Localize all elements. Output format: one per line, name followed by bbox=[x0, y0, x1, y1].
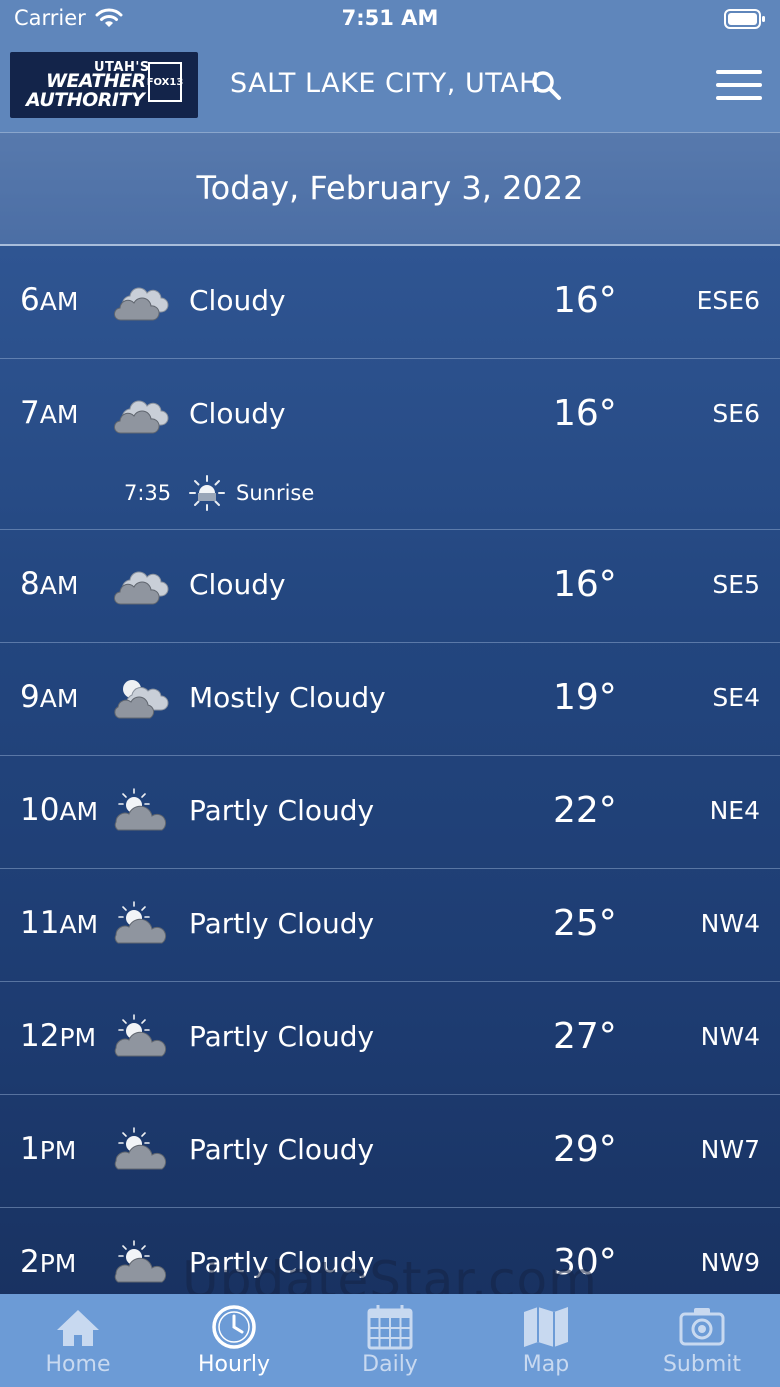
temperature-value: 19° bbox=[553, 677, 617, 718]
tab-label: Home bbox=[45, 1352, 111, 1377]
location-title[interactable]: SALT LAKE CITY, UTAH bbox=[230, 68, 540, 99]
app-header: UTAH'S WEATHER AUTHORITY FOX13 SALT LAKE… bbox=[0, 40, 780, 133]
logo-line-3: AUTHORITY bbox=[26, 89, 145, 111]
condition-label: Partly Cloudy bbox=[189, 794, 375, 827]
tab-label: Hourly bbox=[197, 1352, 271, 1377]
calendar-icon bbox=[365, 1304, 415, 1350]
hour-label: 11AM bbox=[20, 905, 99, 941]
wind-value: ESE6 bbox=[696, 286, 760, 315]
tab-daily[interactable]: Daily bbox=[312, 1294, 468, 1387]
hour-label: 10AM bbox=[20, 792, 99, 828]
condition-label: Partly Cloudy bbox=[189, 1133, 375, 1166]
temperature-value: 27° bbox=[553, 1016, 617, 1057]
wind-value: NW7 bbox=[700, 1135, 760, 1164]
hour-row[interactable]: 7AM Cloudy 16° SE6 7:35 Sunrise bbox=[0, 359, 780, 530]
temperature-value: 25° bbox=[553, 903, 617, 944]
condition-label: Partly Cloudy bbox=[189, 1020, 375, 1053]
station-logo[interactable]: UTAH'S WEATHER AUTHORITY FOX13 bbox=[10, 52, 198, 118]
logo-badge: FOX13 bbox=[147, 62, 183, 102]
condition-label: Partly Cloudy bbox=[189, 907, 375, 940]
hour-row[interactable]: 6AM Cloudy 16° ESE6 bbox=[0, 246, 780, 359]
hamburger-menu-icon[interactable] bbox=[716, 70, 762, 100]
hour-row[interactable]: 12PM Partly Cloudy 27° NW4 bbox=[0, 982, 780, 1095]
battery-icon bbox=[724, 8, 766, 34]
wind-value: SE5 bbox=[712, 570, 760, 599]
tab-submit[interactable]: Submit bbox=[624, 1294, 780, 1387]
camera-icon bbox=[677, 1304, 727, 1350]
clock-icon bbox=[209, 1304, 259, 1350]
wind-value: SE6 bbox=[712, 399, 760, 428]
tab-label: Daily bbox=[362, 1352, 418, 1377]
temperature-value: 22° bbox=[553, 790, 617, 831]
partly-cloudy-icon bbox=[112, 901, 170, 945]
temperature-value: 16° bbox=[553, 564, 617, 605]
search-icon[interactable] bbox=[530, 69, 562, 105]
hour-label: 12PM bbox=[20, 1018, 97, 1054]
clock-time: 7:51 AM bbox=[341, 6, 439, 30]
hour-row[interactable]: 10AM Partly Cloudy 22° NE4 bbox=[0, 756, 780, 869]
wind-value: NW4 bbox=[700, 1022, 760, 1051]
hour-label: 1PM bbox=[20, 1131, 77, 1167]
cloudy-icon bbox=[112, 391, 170, 435]
hour-row[interactable]: 11AM Partly Cloudy 25° NW4 bbox=[0, 869, 780, 982]
sunrise-time: 7:35 bbox=[124, 481, 172, 505]
hour-row[interactable]: 8AM Cloudy 16° SE5 bbox=[0, 530, 780, 643]
tab-label: Submit bbox=[662, 1352, 742, 1377]
condition-label: Cloudy bbox=[189, 568, 286, 601]
hourly-list[interactable]: 6AM Cloudy 16° ESE6 7AM Cloudy 16° SE6 7… bbox=[0, 246, 780, 1321]
tab-map[interactable]: Map bbox=[468, 1294, 624, 1387]
mostly-cloudy-icon bbox=[112, 675, 170, 719]
wind-value: NE4 bbox=[709, 796, 760, 825]
tab-hourly[interactable]: Hourly bbox=[156, 1294, 312, 1387]
partly-cloudy-icon bbox=[112, 1014, 170, 1058]
hour-label: 7AM bbox=[20, 395, 79, 431]
temperature-value: 16° bbox=[553, 393, 617, 434]
date-label: Today, February 3, 2022 bbox=[196, 169, 584, 207]
home-icon bbox=[53, 1304, 103, 1350]
partly-cloudy-icon bbox=[112, 1127, 170, 1171]
hour-row[interactable]: 9AM Mostly Cloudy 19° SE4 bbox=[0, 643, 780, 756]
wind-value: SE4 bbox=[712, 683, 760, 712]
date-banner: Today, February 3, 2022 bbox=[0, 133, 780, 246]
tab-home[interactable]: Home bbox=[0, 1294, 156, 1387]
temperature-value: 16° bbox=[553, 280, 617, 321]
hour-row[interactable]: 1PM Partly Cloudy 29° NW7 bbox=[0, 1095, 780, 1208]
condition-label: Mostly Cloudy bbox=[189, 681, 386, 714]
hour-label: 6AM bbox=[20, 282, 79, 318]
wind-value: NW4 bbox=[700, 909, 760, 938]
condition-label: Cloudy bbox=[189, 397, 286, 430]
cloudy-icon bbox=[112, 278, 170, 322]
tab-label: Map bbox=[522, 1352, 570, 1377]
sunrise-label: Sunrise bbox=[236, 481, 315, 505]
hour-label: 8AM bbox=[20, 566, 79, 602]
status-bar: Carrier 7:51 AM bbox=[0, 0, 780, 40]
condition-label: Cloudy bbox=[189, 284, 286, 317]
partly-cloudy-icon bbox=[112, 788, 170, 832]
cloudy-icon bbox=[112, 562, 170, 606]
hour-label: 9AM bbox=[20, 679, 79, 715]
bottom-tab-bar: Home Hourly Daily Map Submit bbox=[0, 1294, 780, 1387]
sunrise-icon bbox=[188, 474, 226, 516]
temperature-value: 29° bbox=[553, 1129, 617, 1170]
map-icon bbox=[521, 1304, 571, 1350]
